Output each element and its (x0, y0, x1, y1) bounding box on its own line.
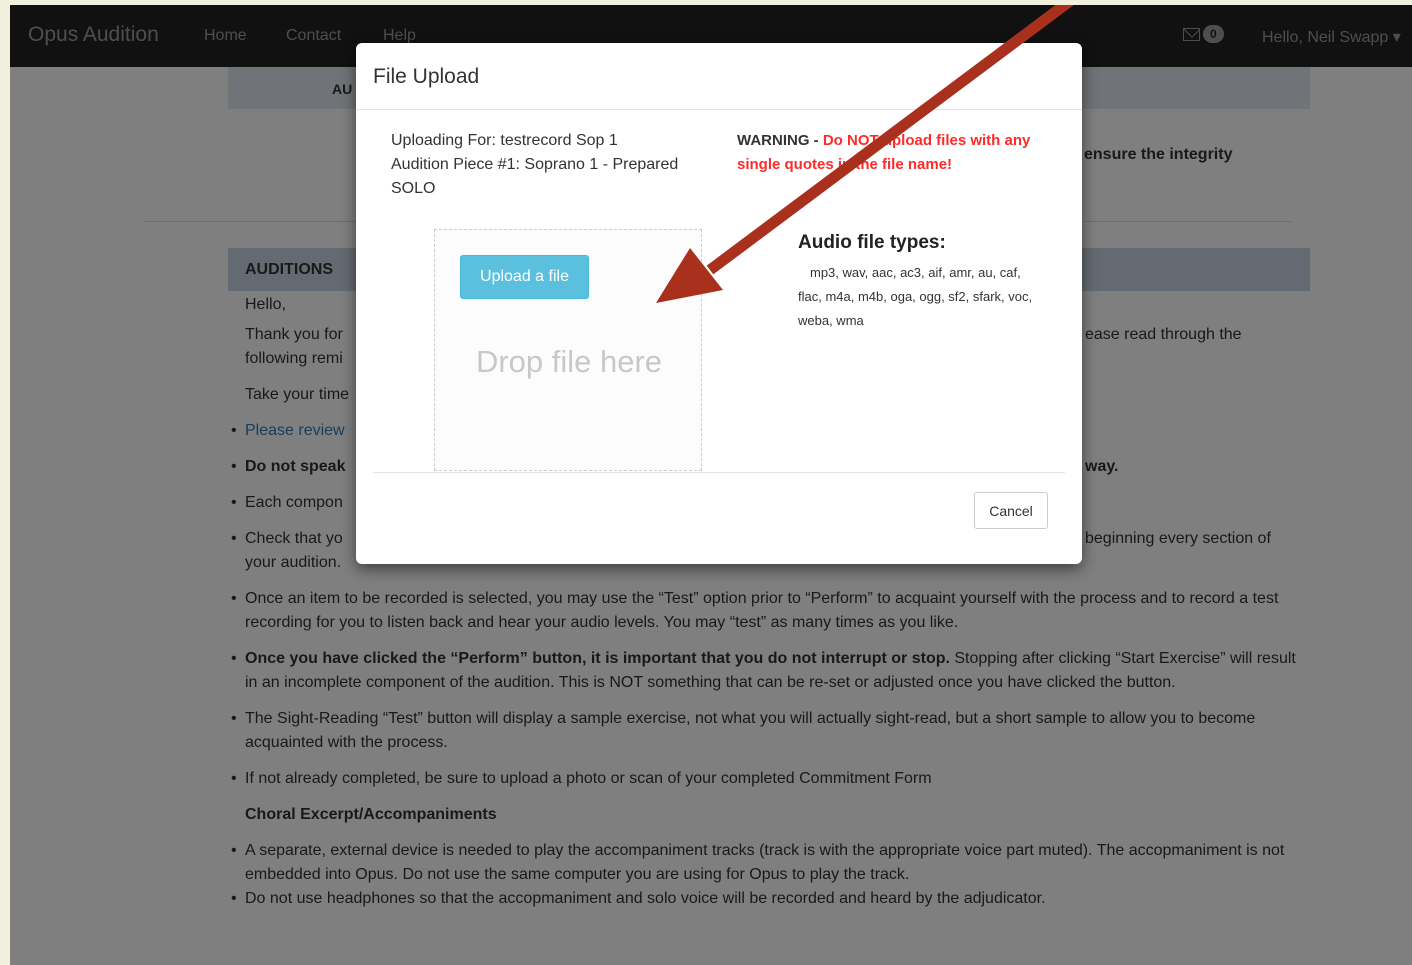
annotation-arrow-icon (656, 5, 1074, 303)
arrow-shaft (706, 5, 1074, 275)
screen: Opus Audition Home Contact Help 0 Hello,… (10, 5, 1412, 965)
arrow-head (656, 248, 723, 303)
